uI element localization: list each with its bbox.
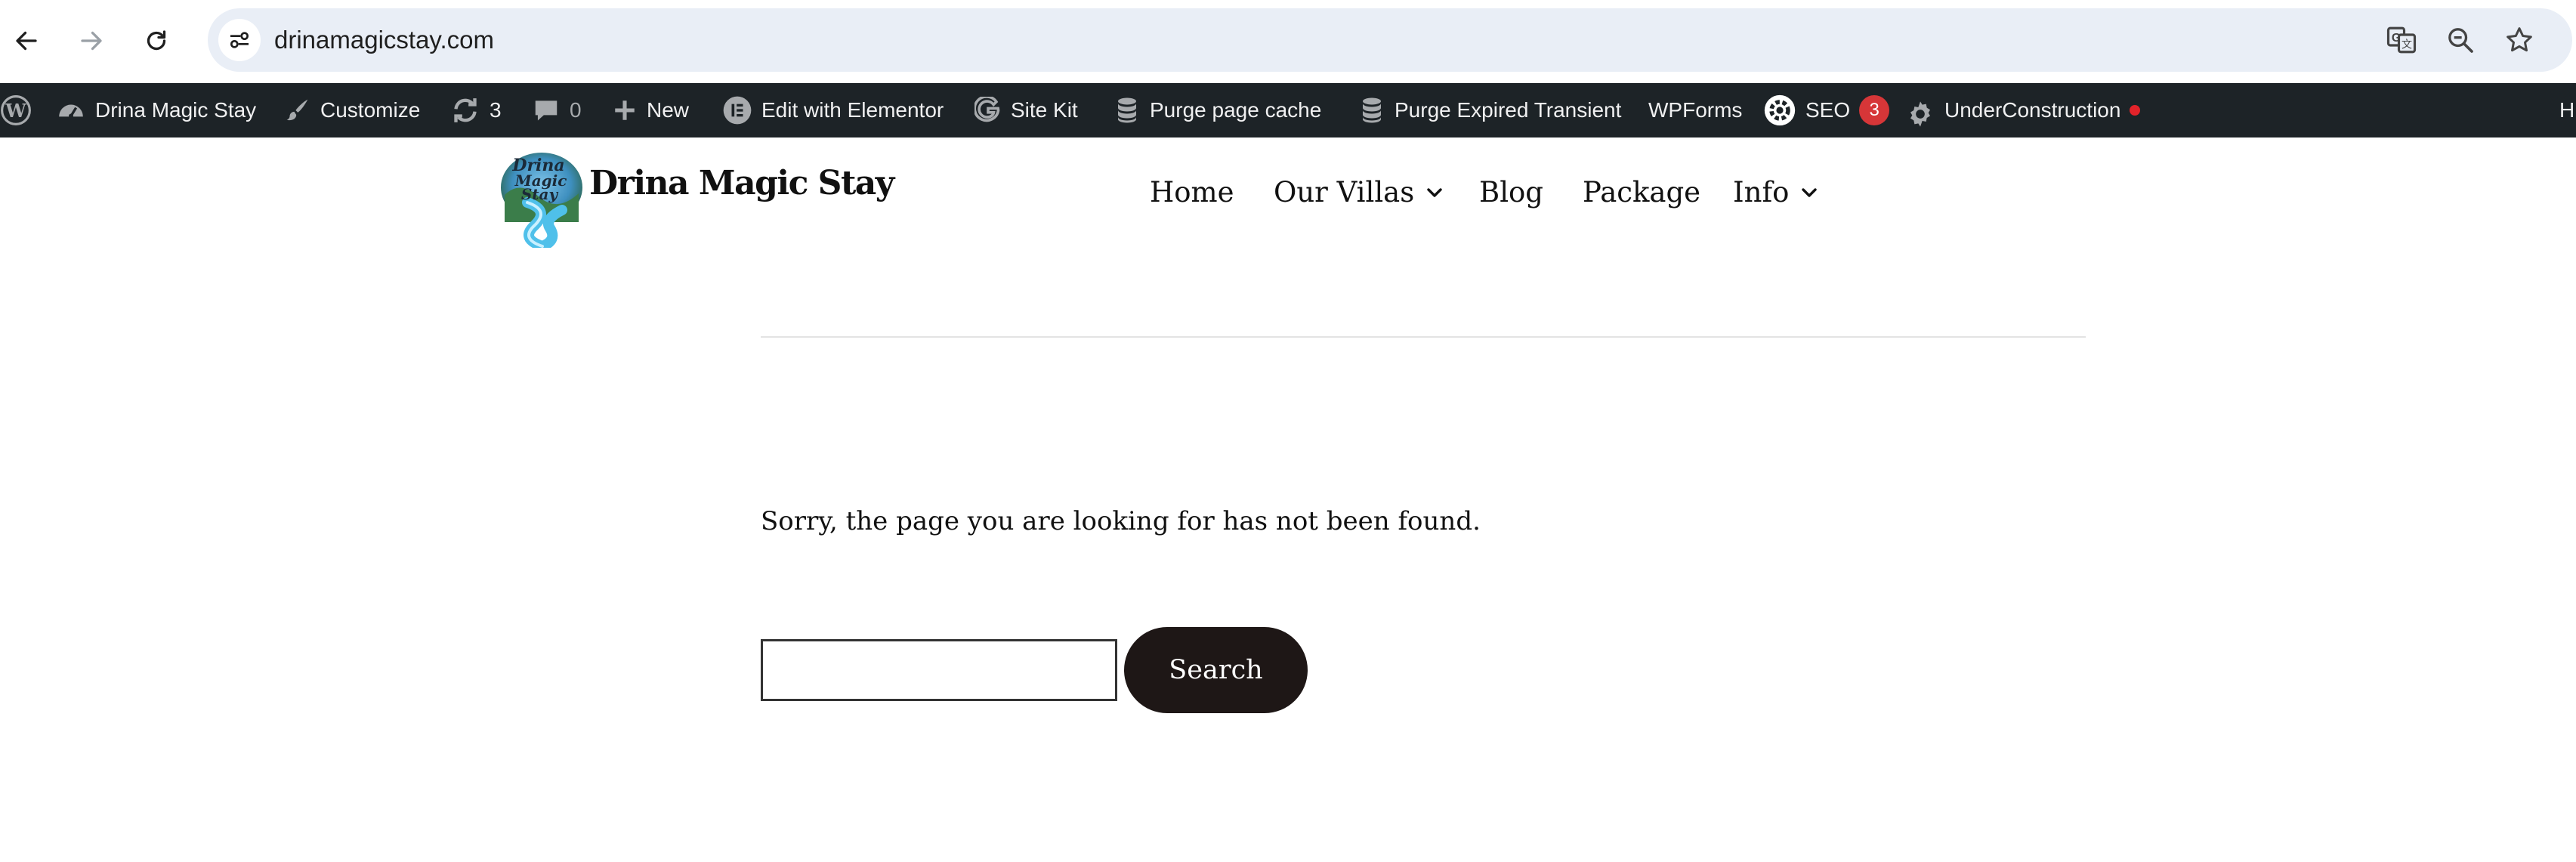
search-input[interactable] [761, 639, 1117, 701]
site-name-menu[interactable]: Drina Magic Stay [56, 83, 256, 137]
under-construction-label: UnderConstruction [1944, 98, 2121, 122]
purge-transient-label: Purge Expired Transient [1395, 98, 1622, 122]
site-title[interactable]: Drina Magic Stay [589, 157, 894, 210]
updates-count: 3 [490, 98, 502, 122]
browser-toolbar: drinamagicstay.com G 文 [0, 0, 2576, 83]
svg-text:W: W [5, 100, 26, 122]
dashboard-icon [59, 104, 83, 119]
under-construction-status-dot [2130, 105, 2141, 116]
site-name-label: Drina Magic Stay [95, 98, 257, 122]
account-menu-text: H [2559, 98, 2575, 122]
site-logo-image: Drina Magic Stay [501, 153, 582, 248]
back-arrow-icon [16, 31, 37, 51]
not-found-message: Sorry, the page you are looking for has … [761, 506, 1481, 536]
nav-item-our-villas[interactable]: Our Villas [1274, 166, 1443, 219]
database-icon [1363, 97, 1381, 123]
nav-item-package[interactable]: Package [1583, 166, 1700, 219]
database-icon [1118, 97, 1136, 123]
zoom-out-icon [2448, 28, 2473, 53]
elementor-label: Edit with Elementor [761, 98, 944, 122]
logo-text-line-3: Stay [521, 185, 559, 203]
customize-link[interactable]: Customize [283, 83, 420, 137]
new-content-menu[interactable]: New [612, 83, 689, 137]
search-button[interactable]: Search [1124, 627, 1308, 713]
nav-label: Package [1583, 176, 1701, 209]
customize-label: Customize [320, 98, 421, 122]
forward-arrow-icon [81, 31, 102, 51]
wpforms-label: WPForms [1648, 98, 1743, 122]
wp-admin-bar: W Drina Magic Stay Customize 3 0 New Edi… [0, 83, 2576, 137]
wordpress-icon: W [1, 95, 31, 125]
chevron-down-icon [1802, 188, 1818, 197]
svg-text:文: 文 [2401, 39, 2412, 51]
new-label: New [647, 98, 690, 122]
comments-count: 0 [570, 98, 582, 122]
chevron-down-icon [1427, 188, 1442, 197]
nav-label: Blog [1479, 176, 1543, 209]
nav-label: Home [1150, 176, 1234, 209]
bookmark-star-icon [2507, 27, 2532, 52]
plus-icon [615, 100, 635, 120]
reload-icon [147, 30, 166, 51]
site-info-icon [230, 32, 249, 48]
site-kit-label: Site Kit [1011, 98, 1078, 122]
forward-button[interactable] [71, 20, 112, 61]
purge-expired-transient-link[interactable]: Purge Expired Transient [1358, 83, 1621, 137]
comments-link[interactable]: 0 [532, 83, 582, 137]
settings-gear-icon [1910, 101, 1930, 127]
brush-icon [286, 99, 308, 121]
nav-label: Info [1733, 176, 1790, 209]
nav-label: Our Villas [1274, 176, 1415, 209]
site-info-button[interactable] [218, 19, 261, 61]
elementor-icon [723, 96, 752, 125]
account-menu-edge[interactable]: H [2559, 83, 2574, 137]
reload-button[interactable] [136, 20, 177, 61]
updates-icon [454, 98, 477, 122]
updates-link[interactable]: 3 [450, 83, 502, 137]
seo-label: SEO [1805, 98, 1851, 122]
purge-page-cache-link[interactable]: Purge page cache [1113, 83, 1321, 137]
site-logo[interactable]: Drina Magic Stay [497, 150, 586, 248]
seo-menu[interactable]: SEO 3 [1763, 83, 1890, 137]
nav-item-info[interactable]: Info [1733, 166, 1818, 219]
bookmark-button[interactable] [2501, 22, 2537, 58]
under-construction-menu[interactable]: UnderConstruction [1905, 83, 2141, 137]
translate-icon: G 文 [2386, 26, 2417, 54]
seo-notification-badge: 3 [1859, 95, 1890, 125]
zoom-button[interactable] [2442, 22, 2479, 58]
wpforms-link[interactable]: WPForms [1648, 83, 1742, 137]
edit-with-elementor-link[interactable]: Edit with Elementor [722, 83, 944, 137]
nav-item-home[interactable]: Home [1150, 166, 1234, 219]
seo-gear-icon [1764, 94, 1796, 126]
purge-cache-label: Purge page cache [1150, 98, 1322, 122]
site-kit-link[interactable]: Site Kit [974, 83, 1078, 137]
translate-button[interactable]: G 文 [2383, 22, 2420, 58]
address-bar[interactable]: drinamagicstay.com G 文 [208, 8, 2572, 72]
url-text[interactable]: drinamagicstay.com [274, 8, 494, 72]
content-divider [761, 336, 2086, 338]
wp-logo-menu[interactable]: W [0, 83, 32, 137]
back-button[interactable] [6, 20, 47, 61]
nav-item-blog[interactable]: Blog [1479, 166, 1543, 219]
google-g-icon [974, 97, 1000, 122]
comment-icon [535, 100, 558, 121]
